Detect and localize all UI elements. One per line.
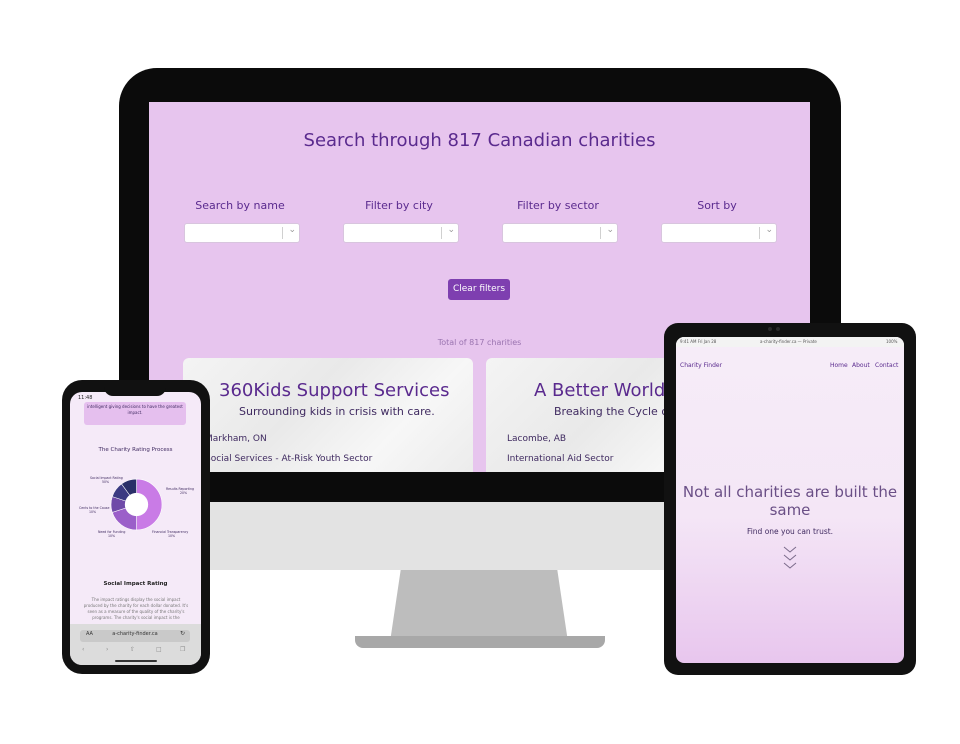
camera-icon <box>768 327 772 331</box>
select-separator <box>441 227 442 239</box>
nav-contact[interactable]: Contact <box>875 362 898 369</box>
status-time: 9:41 AM Fri Jan 28 <box>680 339 717 344</box>
home-indicator <box>115 660 157 662</box>
chevron-down-icon: ⌄ <box>288 225 296 235</box>
address-text: a-charity-finder.ca <box>112 631 158 637</box>
chart-label-cents-to-cause: Cents to the Cause 10% <box>79 506 110 514</box>
bookmarks-icon[interactable]: □ <box>156 646 162 653</box>
filter-by-sector-label: Filter by sector <box>517 199 599 212</box>
tabs-icon[interactable]: ❐ <box>180 646 185 653</box>
scroll-down-icon[interactable] <box>783 545 797 573</box>
nav-about[interactable]: About <box>852 362 870 369</box>
select-separator <box>600 227 601 239</box>
status-battery: 100% <box>886 339 898 344</box>
tablet-screen: 9:41 AM Fri Jan 28 a-charity-finder.ca —… <box>676 337 904 663</box>
intro-text: intelligent giving decisions to have the… <box>87 404 183 415</box>
charity-sector: Social Services - At-Risk Youth Sector <box>205 454 373 464</box>
phone-notch <box>104 384 166 396</box>
page-title: Search through 817 Canadian charities <box>303 130 656 151</box>
share-icon[interactable]: ⇧ <box>130 646 135 653</box>
sort-by-select[interactable]: ⌄ <box>661 223 777 243</box>
charity-city: Markham, ON <box>205 434 267 444</box>
filter-by-city-select[interactable]: ⌄ <box>343 223 459 243</box>
forward-icon[interactable]: › <box>106 646 108 653</box>
rating-donut-chart <box>110 478 163 531</box>
chevron-down-icon: ⌄ <box>765 225 773 235</box>
rating-process-title: The Charity Rating Process <box>98 447 173 453</box>
chart-label-financial-transparency: Financial Transparency 10% <box>152 530 189 538</box>
charity-city: Lacombe, AB <box>507 434 567 444</box>
charity-name: 360Kids Support Services <box>219 380 450 401</box>
filter-by-city-label: Filter by city <box>365 199 433 212</box>
charity-card[interactable]: 360Kids Support Services Surrounding kid… <box>183 358 473 472</box>
chart-label-results-reporting: Results Reporting 20% <box>166 487 195 495</box>
select-separator <box>759 227 760 239</box>
status-url: a-charity-finder.ca — Private <box>760 339 817 344</box>
search-by-name-label: Search by name <box>195 199 285 212</box>
hero-subtitle: Find one you can trust. <box>746 527 834 536</box>
select-separator <box>282 227 283 239</box>
monitor-foot <box>355 636 605 648</box>
hero-title: Not all charities are built the same <box>682 483 898 519</box>
charity-tagline: Breaking the Cycle of <box>554 405 672 418</box>
monitor-stand <box>390 570 568 642</box>
chevron-down-icon: ⌄ <box>447 225 455 235</box>
phone-time: 11:48 <box>78 395 93 401</box>
sensor-icon <box>776 327 780 331</box>
charity-sector: International Aid Sector <box>507 454 614 464</box>
brand-link[interactable]: Charity Finder <box>680 362 722 369</box>
chart-label-need-for-funding: Need for Funding 10% <box>98 530 126 538</box>
reload-icon[interactable]: ↻ <box>180 630 185 637</box>
chevron-down-icon: ⌄ <box>606 225 614 235</box>
chart-label-social-impact: Social Impact Rating 50% <box>90 476 123 484</box>
sort-by-label: Sort by <box>697 199 737 212</box>
social-impact-text: The impact ratings display the social im… <box>83 597 189 620</box>
charity-name: A Better World <box>534 380 666 401</box>
filter-by-sector-select[interactable]: ⌄ <box>502 223 618 243</box>
text-size-button[interactable]: AA <box>86 631 93 637</box>
back-icon[interactable]: ‹ <box>82 646 84 653</box>
phone-screen: 11:48 intelligent giving decisions to ha… <box>70 392 201 665</box>
charity-tagline: Surrounding kids in crisis with care. <box>239 405 435 418</box>
nav-home[interactable]: Home <box>830 362 848 369</box>
search-by-name-select[interactable]: ⌄ <box>184 223 300 243</box>
clear-filters-button[interactable]: Clear filters <box>448 279 510 300</box>
social-impact-title: Social Impact Rating <box>103 581 168 587</box>
